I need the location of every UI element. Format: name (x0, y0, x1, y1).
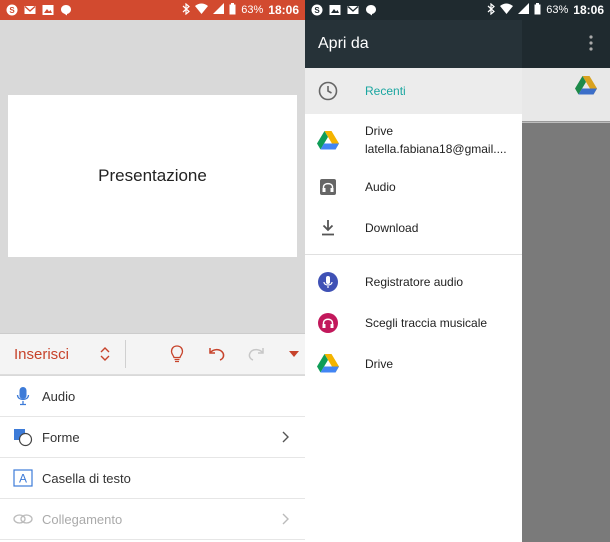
svg-text:A: A (19, 472, 27, 486)
battery-percent: 63% (241, 4, 264, 16)
google-drive-icon (317, 129, 339, 151)
svg-text:S: S (9, 6, 15, 15)
dropdown-arrow-icon[interactable] (283, 343, 305, 365)
battery-percent: 63% (546, 4, 569, 16)
menu-item-casella-di-testo[interactable]: A Casella di testo (0, 458, 305, 499)
drawer-title: Apri da (318, 35, 369, 52)
drawer-item-registratore-audio[interactable]: Registratore audio (305, 261, 522, 302)
insert-menu: Audio Forme A Casella di testo Collegame… (0, 376, 305, 542)
headphones-icon (317, 176, 339, 198)
drawer-header: Apri da (305, 20, 522, 68)
image-icon (42, 4, 54, 16)
slide-title: Presentazione (98, 166, 207, 185)
gmail-icon (347, 4, 359, 16)
google-drive-icon (575, 76, 597, 100)
wifi-icon (500, 3, 514, 17)
drawer-item-label: Scegli traccia musicale (365, 315, 488, 330)
clock-time: 18:06 (573, 3, 604, 17)
up-down-chevron-icon[interactable] (99, 345, 111, 363)
download-icon (317, 217, 339, 239)
ribbon-tab-selector[interactable]: Inserisci (0, 346, 99, 363)
drawer-item-label: Audio (365, 179, 396, 194)
menu-item-label: Collegamento (42, 511, 123, 527)
drawer-item-label: Drive (365, 124, 394, 138)
drawer-list: Recenti Drive latella.fabiana18@gmail...… (305, 68, 522, 384)
clock-icon (317, 80, 339, 102)
bluetooth-icon (487, 2, 496, 18)
menu-item-collegamento[interactable]: Collegamento (0, 499, 305, 540)
open-from-drawer: Apri da Recenti Drive latella.fabiana18@… (305, 20, 522, 542)
status-bar: S 63% 18:06 (0, 0, 305, 20)
drawer-item-recenti[interactable]: Recenti (305, 68, 522, 114)
microphone-icon (13, 386, 33, 406)
drawer-item-download[interactable]: Download (305, 207, 522, 248)
toolbar-divider (125, 340, 126, 368)
left-screen: S 63% 18:06 Presentazione Inserisci Audi… (0, 0, 305, 542)
drawer-item-label: Drive (365, 356, 394, 371)
image-icon (329, 4, 341, 16)
slide-canvas[interactable]: Presentazione (0, 20, 305, 333)
undo-icon[interactable] (206, 343, 228, 365)
menu-item-forme[interactable]: Forme (0, 417, 305, 458)
drawer-item-drive-account[interactable]: Drive latella.fabiana18@gmail.... (305, 114, 522, 166)
chevron-right-icon (282, 512, 289, 530)
gmail-icon (24, 4, 36, 16)
skype-icon: S (6, 4, 18, 16)
battery-icon (534, 2, 541, 18)
textbox-icon: A (13, 468, 33, 488)
svg-text:S: S (314, 6, 320, 15)
lightbulb-icon[interactable] (166, 343, 188, 365)
menu-item-audio[interactable]: Audio (0, 376, 305, 417)
hangouts-icon (60, 4, 72, 16)
ribbon-toolbar: Inserisci (0, 333, 305, 375)
drawer-item-label: Registratore audio (365, 274, 464, 289)
right-screen: S 63% 18:06 Apri da Recenti Drive latell… (305, 0, 610, 542)
status-bar: S 63% 18:06 (305, 0, 610, 20)
signal-icon (518, 3, 530, 17)
drawer-item-account: latella.fabiana18@gmail.... (365, 142, 507, 156)
hangouts-icon (365, 4, 377, 16)
drawer-item-label: Download (365, 220, 419, 235)
drawer-divider (305, 254, 522, 255)
wifi-icon (195, 3, 209, 17)
overflow-menu-icon (589, 35, 593, 56)
menu-item-label: Audio (42, 388, 76, 404)
drawer-item-label: Recenti (365, 84, 406, 98)
link-icon (13, 509, 33, 529)
shapes-icon (13, 427, 33, 447)
voice-recorder-icon (317, 271, 339, 293)
skype-icon: S (311, 4, 323, 16)
drawer-item-audio[interactable]: Audio (305, 166, 522, 207)
chevron-right-icon (282, 430, 289, 448)
menu-item-label: Casella di testo (42, 470, 131, 486)
menu-item-label: Forme (42, 429, 80, 445)
bluetooth-icon (182, 2, 191, 18)
music-headphones-icon (317, 312, 339, 334)
drawer-item-drive[interactable]: Drive (305, 343, 522, 384)
signal-icon (213, 3, 225, 17)
battery-icon (229, 2, 236, 18)
slide-thumbnail[interactable]: Presentazione (8, 95, 297, 257)
redo-icon[interactable] (246, 343, 268, 365)
google-drive-icon (317, 353, 339, 375)
clock-time: 18:06 (268, 3, 299, 17)
drawer-item-scegli-traccia-musicale[interactable]: Scegli traccia musicale (305, 302, 522, 343)
